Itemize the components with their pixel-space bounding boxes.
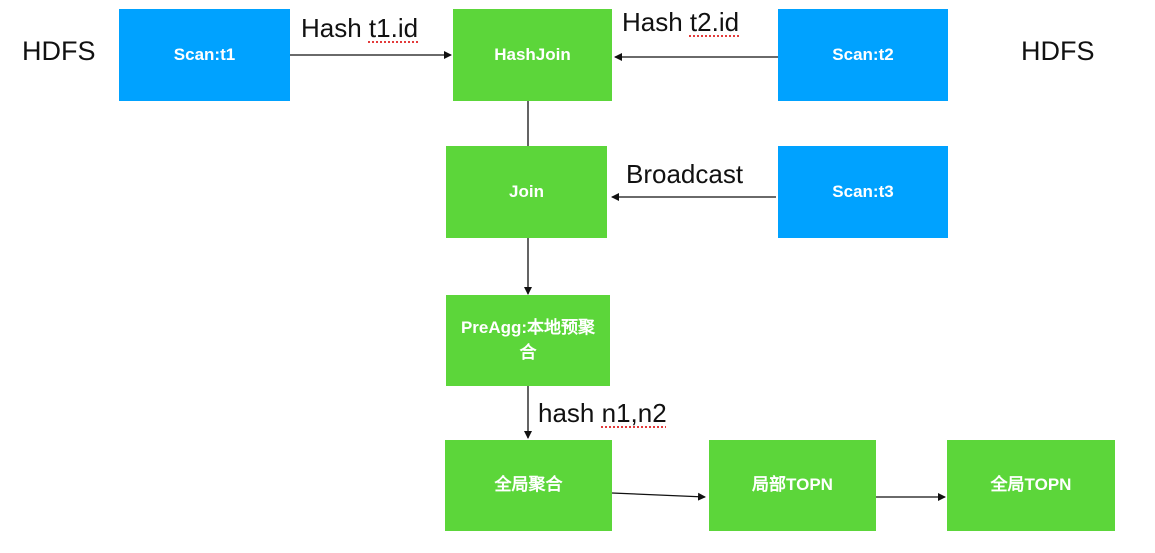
local-topn-node[interactable]: 局部TOPN bbox=[709, 440, 876, 531]
edge-global-agg-to-local-topn bbox=[611, 492, 706, 501]
join-node[interactable]: Join bbox=[446, 146, 607, 238]
edge-label-hash-t1-key: t1.id bbox=[368, 13, 419, 43]
edge-label-hash-n-prefix: hash bbox=[538, 398, 602, 428]
edge-label-hash-t2-prefix: Hash bbox=[622, 7, 690, 37]
edge-label-hash-t1: Hash t1.id bbox=[301, 13, 418, 44]
edge-label-hash-n: hash n1,n2 bbox=[538, 398, 667, 429]
global-agg-node[interactable]: 全局聚合 bbox=[445, 440, 612, 531]
edge-label-hash-n-key: n1,n2 bbox=[601, 398, 667, 428]
edge-label-hash-t1-prefix: Hash bbox=[301, 13, 369, 43]
hdfs-left-label: HDFS bbox=[22, 36, 96, 66]
hashjoin-node[interactable]: HashJoin bbox=[453, 9, 612, 101]
edge-label-hash-t2: Hash t2.id bbox=[622, 7, 739, 38]
scan-t2-node[interactable]: Scan:t2 bbox=[778, 9, 948, 101]
hdfs-right-label: HDFS bbox=[1021, 36, 1095, 66]
edge-label-hash-t2-key: t2.id bbox=[689, 7, 740, 37]
scan-t3-node[interactable]: Scan:t3 bbox=[778, 146, 948, 238]
scan-t1-node[interactable]: Scan:t1 bbox=[119, 9, 290, 101]
global-topn-node[interactable]: 全局TOPN bbox=[947, 440, 1115, 531]
edge-label-broadcast: Broadcast bbox=[626, 159, 744, 189]
preagg-node[interactable]: PreAgg:本地预聚合 bbox=[446, 295, 610, 386]
